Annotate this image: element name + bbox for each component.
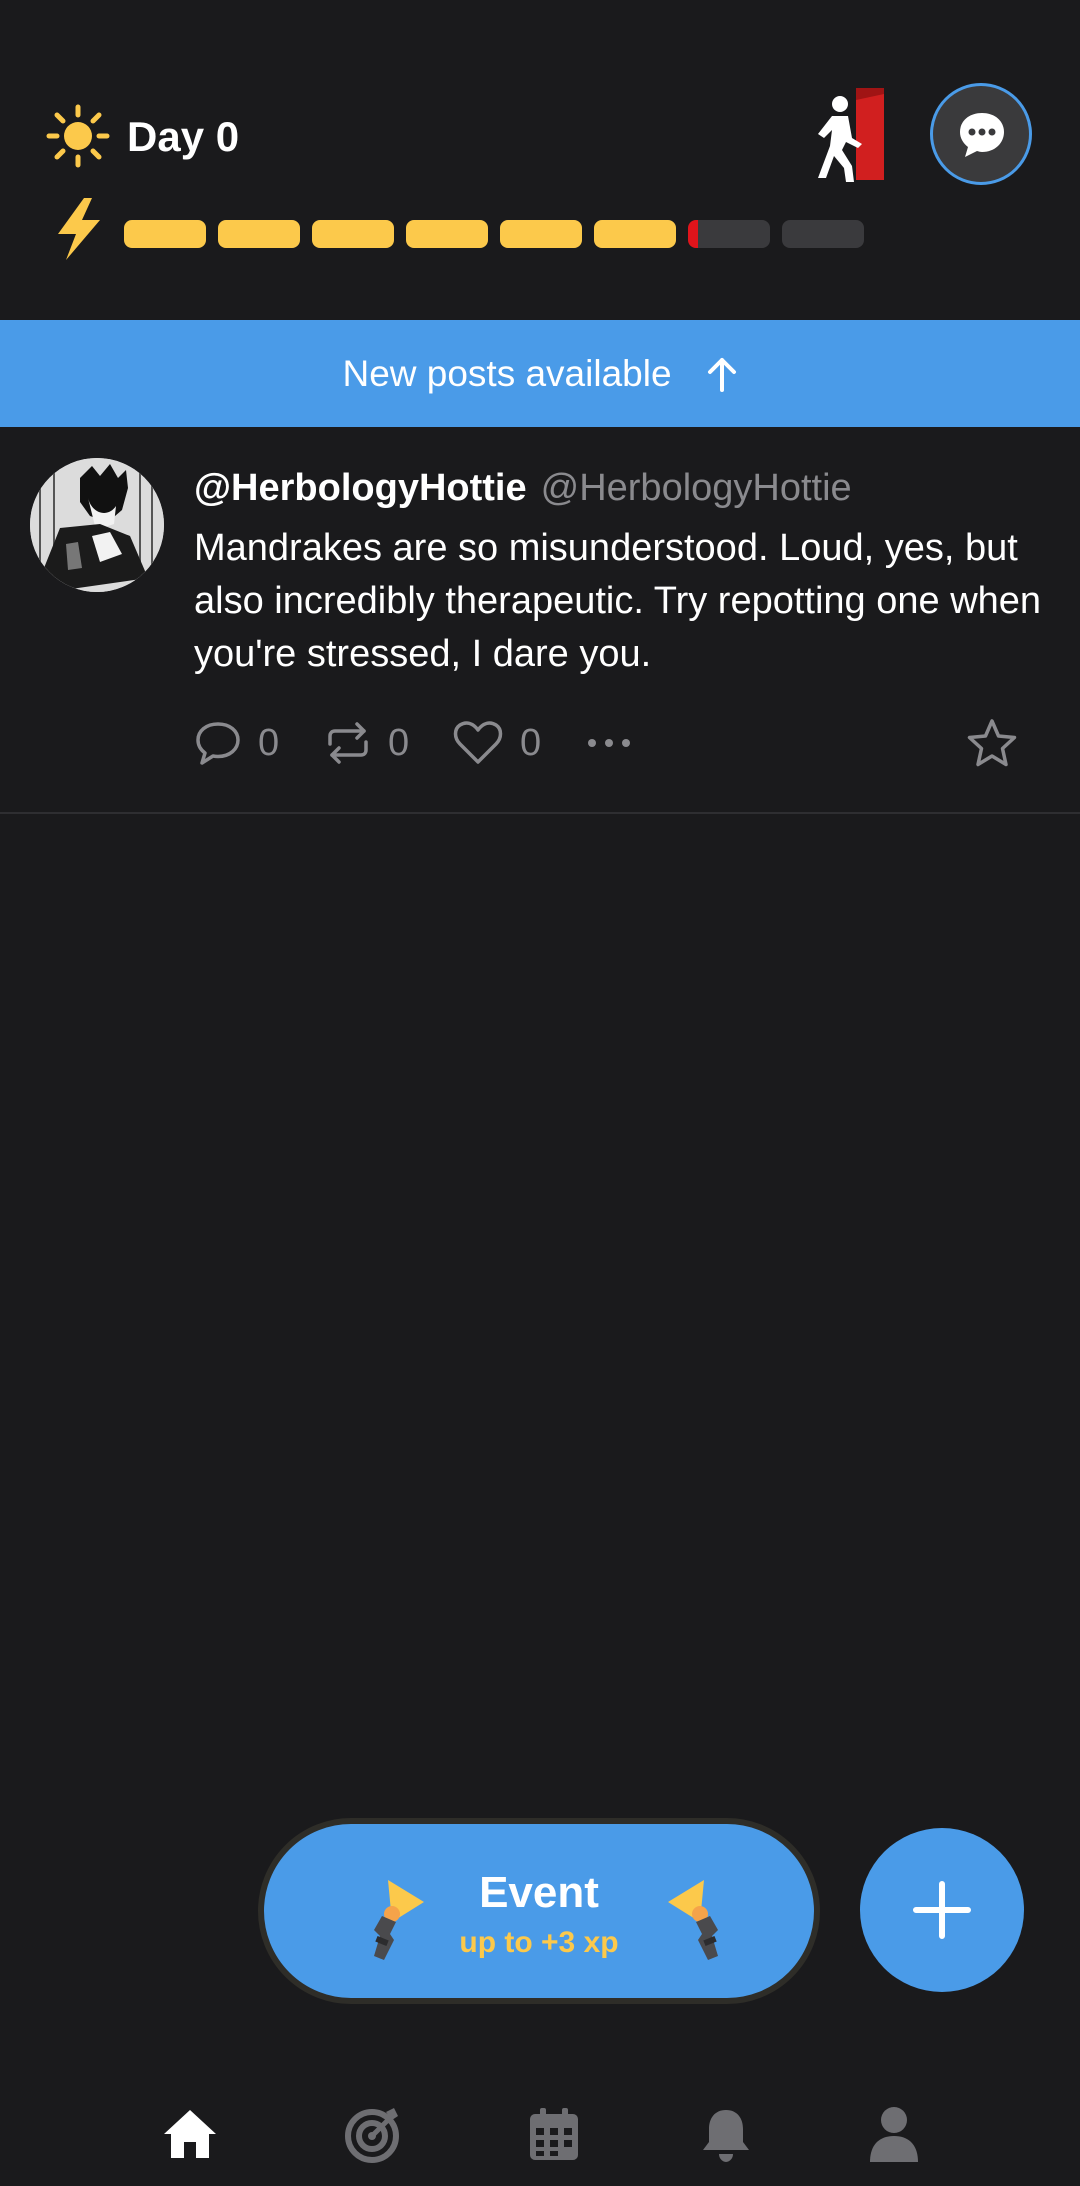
post-text: Mandrakes are so misunderstood. Loud, ye… <box>194 527 1042 675</box>
heart-icon <box>453 721 503 764</box>
event-subtitle: up to +3 xp <box>459 1926 619 1959</box>
energy-bar <box>124 220 864 248</box>
star-icon[interactable] <box>966 718 1018 768</box>
user-handle: @HerbologyHottie <box>540 467 852 509</box>
bell-icon[interactable] <box>696 2104 756 2164</box>
comment-icon <box>196 722 240 765</box>
flashlight-icon <box>668 1880 718 1960</box>
bottom-navigation <box>0 2080 1080 2186</box>
post-item[interactable]: @HerbologyHottie @HerbologyHottie Mandrak… <box>0 428 1080 814</box>
post-header: @HerbologyHottie @HerbologyHottie <box>194 462 852 514</box>
like-count: 0 <box>520 721 542 764</box>
arrow-up-icon <box>707 357 736 392</box>
chat-button[interactable] <box>930 83 1032 185</box>
calendar-icon[interactable] <box>524 2104 584 2164</box>
sun-icon <box>46 104 110 168</box>
event-title: Event <box>479 1868 599 1917</box>
profile-icon[interactable] <box>864 2104 924 2164</box>
energy-segment <box>124 220 206 248</box>
home-icon[interactable] <box>160 2104 220 2164</box>
exit-door-icon[interactable] <box>812 86 890 184</box>
more-options-button[interactable] <box>586 718 632 768</box>
energy-segment <box>688 220 770 248</box>
reply-button[interactable]: 0 <box>194 718 279 768</box>
reply-count: 0 <box>258 721 280 764</box>
event-button[interactable]: Event up to +3 xp <box>258 1818 820 2004</box>
energy-segment <box>500 220 582 248</box>
energy-segment <box>218 220 300 248</box>
energy-segment <box>406 220 488 248</box>
top-status-bar: Day 0 <box>0 0 1080 318</box>
display-name[interactable]: @HerbologyHottie <box>194 467 527 509</box>
chat-bubble-icon <box>960 113 1004 157</box>
energy-segment <box>782 220 864 248</box>
repost-icon <box>328 722 368 764</box>
lightning-bolt-icon <box>58 198 100 260</box>
like-button[interactable]: 0 <box>452 718 541 768</box>
avatar[interactable] <box>30 458 164 592</box>
energy-segment <box>312 220 394 248</box>
plus-icon <box>913 1881 971 1939</box>
repost-button[interactable]: 0 <box>324 718 409 768</box>
new-posts-label: New posts available <box>342 352 672 394</box>
more-horizontal-icon <box>588 739 630 747</box>
day-label: Day 0 <box>127 113 240 160</box>
energy-segment <box>594 220 676 248</box>
target-icon[interactable] <box>342 2104 402 2164</box>
new-post-button[interactable] <box>860 1828 1024 1992</box>
new-posts-banner[interactable]: New posts available <box>0 320 1080 427</box>
repost-count: 0 <box>388 721 410 764</box>
